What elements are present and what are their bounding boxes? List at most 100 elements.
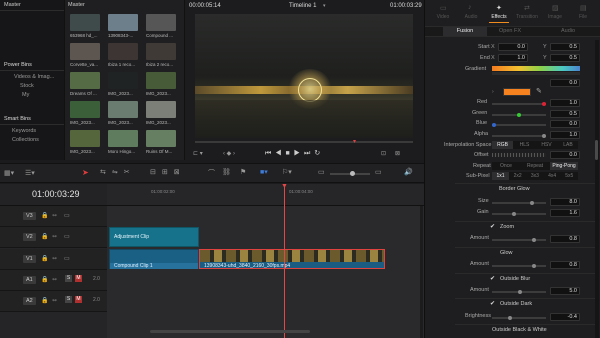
repeat-repeat[interactable]: Repeat (521, 162, 549, 170)
gain-value[interactable]: 1.6 (550, 209, 580, 217)
clip-thumbnail[interactable] (70, 72, 100, 89)
smart-bin-collections[interactable]: Collections (12, 137, 39, 143)
video-frame[interactable] (195, 14, 413, 138)
smart-bins-header[interactable]: Smart Bins (4, 116, 31, 122)
subpixel-option[interactable]: 4x4 (544, 172, 561, 180)
track-header[interactable]: V1 🔒 ⇿ ▭ (0, 249, 107, 270)
subtab-openfx[interactable]: Open FX (499, 28, 521, 34)
solo-button[interactable]: S (65, 275, 72, 282)
red-slider[interactable] (492, 102, 546, 106)
start-x-value[interactable]: 0.0 (498, 43, 528, 51)
clip-thumbnail[interactable] (108, 72, 138, 89)
mute-button[interactable]: M (75, 296, 82, 303)
color-swatch[interactable] (503, 88, 531, 96)
eyedropper-icon[interactable]: ✎ (536, 87, 542, 95)
marker-icon[interactable]: ■▾ (260, 168, 268, 176)
clip-thumbnail[interactable] (108, 43, 138, 60)
selection-tool-icon[interactable]: ➤ (82, 168, 89, 177)
blur-amount-slider[interactable] (492, 290, 546, 294)
tab-audio[interactable]: Audio (457, 14, 485, 20)
track-header[interactable]: A1 🔒 ⇿ S M 2.0 (0, 270, 107, 291)
start-y-value[interactable]: 0.5 (550, 43, 580, 51)
chevron-down-icon[interactable]: ▾ (323, 3, 326, 9)
video-clip[interactable]: 13908343-uhd_3840_2160_30fps.mp4 (199, 249, 385, 269)
power-bin-item[interactable]: Videos & Imag... (14, 74, 54, 80)
timeline-ruler[interactable]: 01:00:02:00 01:00:04:00 (107, 184, 424, 206)
timeline-scrollbar[interactable] (150, 330, 310, 333)
lock-icon[interactable]: 🔒 (41, 233, 48, 240)
alpha-value[interactable]: 1.0 (550, 131, 580, 139)
timeline-vscroll[interactable] (420, 206, 423, 338)
transport-controls[interactable]: ⏮◀■▶⏭↻ (265, 149, 324, 158)
playhead[interactable] (284, 184, 285, 338)
clip-thumbnail[interactable] (70, 130, 100, 147)
track-area[interactable] (107, 206, 424, 338)
video-toggle-icon[interactable]: ▭ (64, 212, 70, 219)
edit-tools[interactable]: ⇆⇋✂ (100, 168, 136, 176)
zoom-amount-value[interactable]: 0.8 (550, 235, 580, 243)
tab-effects[interactable]: Effects (485, 14, 513, 20)
flag-icon[interactable]: ⚑ (240, 168, 246, 176)
gradient-value[interactable]: 0.0 (550, 79, 580, 87)
repeat-once[interactable]: Once (492, 162, 520, 170)
brightness-slider[interactable] (492, 316, 546, 320)
power-bin-item[interactable]: Stock (20, 83, 34, 89)
lock-icon[interactable]: 🔒 (41, 212, 48, 219)
outside-dark-checkbox[interactable]: ✔ (490, 300, 495, 307)
video-toggle-icon[interactable]: ▭ (64, 255, 70, 262)
zoom-amount-slider[interactable] (492, 238, 546, 242)
link-icon[interactable]: ⛓ (222, 168, 231, 176)
tab-file[interactable]: File (569, 14, 597, 20)
clip-thumbnail[interactable] (70, 101, 100, 118)
size-slider[interactable] (492, 201, 546, 205)
red-value[interactable]: 1.0 (550, 99, 580, 107)
glow-amount-slider[interactable] (492, 264, 546, 268)
lock-icon[interactable]: 🔒 (41, 276, 48, 283)
subpixel-segment[interactable]: 1x1 2x2 3x3 4x4 5x5 (492, 172, 578, 180)
clip-thumbnail[interactable] (108, 101, 138, 118)
clip-thumbnail[interactable] (108, 130, 138, 147)
viewer-scrub-bar[interactable] (195, 141, 413, 143)
lock-icon[interactable]: 🔒 (41, 297, 48, 304)
clip-thumbnail[interactable] (70, 14, 100, 31)
subtab-fusion[interactable]: Fusion (443, 27, 487, 36)
jog-control[interactable]: ‹ ◆ › (223, 150, 235, 157)
green-value[interactable]: 0.5 (550, 110, 580, 118)
auto-select-icon[interactable]: ⇿ (52, 255, 57, 262)
viewer-options-icon[interactable]: ⊏ ▾ (193, 150, 203, 157)
track-header[interactable]: V2 🔒 ⇿ ▭ (0, 227, 107, 248)
subpixel-option[interactable]: 1x1 (492, 172, 509, 180)
clip-thumbnail[interactable] (146, 72, 176, 89)
auto-select-icon[interactable]: ⇿ (52, 276, 57, 283)
mark-in-icon[interactable]: ⊡ (381, 150, 386, 157)
playhead-marker[interactable]: ▾ (353, 138, 356, 145)
gain-slider[interactable] (492, 212, 546, 216)
size-value[interactable]: 8.0 (550, 198, 580, 206)
zoom-in-icon[interactable]: ▭ (375, 168, 382, 176)
tab-image[interactable]: Image (541, 14, 569, 20)
end-y-value[interactable]: 0.5 (550, 54, 580, 62)
green-slider[interactable] (492, 113, 546, 117)
video-toggle-icon[interactable]: ▭ (64, 233, 70, 240)
interp-hsv[interactable]: HSV (536, 141, 557, 149)
interp-hls[interactable]: HLS (514, 141, 535, 149)
blue-slider[interactable] (492, 123, 546, 127)
inspector-scrollbar[interactable] (595, 40, 599, 338)
clip-thumbnail[interactable] (70, 43, 100, 60)
mute-button[interactable]: M (75, 275, 82, 282)
offset-jog[interactable] (492, 153, 546, 157)
clip-thumbnail[interactable] (108, 14, 138, 31)
interp-lab[interactable]: LAB (558, 141, 578, 149)
repeat-pingpong[interactable]: Ping-Pong (550, 162, 578, 170)
clip-thumbnail[interactable] (146, 130, 176, 147)
subpixel-option[interactable]: 2x2 (509, 172, 526, 180)
zoom-out-icon[interactable]: ▭ (318, 168, 325, 176)
repeat-segment[interactable]: Once Repeat Ping-Pong (492, 162, 578, 170)
offset-value[interactable]: 0.0 (550, 151, 580, 159)
track-header[interactable]: V3 🔒 ⇿ ▭ (0, 206, 107, 227)
interp-rgb[interactable]: RGB (492, 141, 513, 149)
clip-thumbnail[interactable] (146, 101, 176, 118)
solo-button[interactable]: S (65, 296, 72, 303)
gradient-bar[interactable] (492, 66, 580, 71)
clip-thumbnail[interactable] (146, 43, 176, 60)
